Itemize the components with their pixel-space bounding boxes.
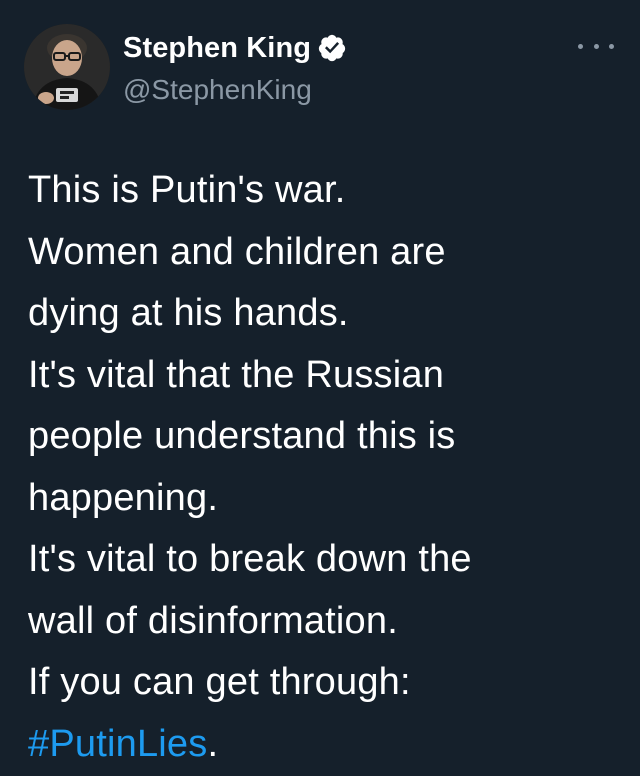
- more-options-icon[interactable]: [578, 34, 614, 58]
- avatar[interactable]: [24, 24, 110, 110]
- tweet-card: Stephen King @StephenKing This is Putin'…: [0, 0, 640, 776]
- user-handle[interactable]: @StephenKing: [123, 74, 312, 106]
- tweet-line: people understand this is: [28, 415, 456, 457]
- tweet-line: happening.: [28, 476, 219, 519]
- hashtag-link[interactable]: #PutinLies: [28, 723, 207, 765]
- tweet-header: Stephen King @StephenKing: [0, 0, 640, 130]
- tweet-line: If you can get through:: [28, 661, 411, 703]
- hashtag-suffix: .: [207, 722, 219, 765]
- more-dot: [578, 43, 583, 49]
- tweet-line-last: #PutinLies.: [28, 714, 628, 776]
- display-name[interactable]: Stephen King: [123, 32, 311, 65]
- name-row: Stephen King: [123, 27, 347, 69]
- tweet-line: It's vital that the Russian: [28, 353, 445, 396]
- tweet-line: This is Putin's war.: [28, 169, 346, 211]
- more-dot: [609, 43, 614, 49]
- verified-badge-icon: [317, 33, 347, 63]
- tweet-text: This is Putin's war. Women and children …: [28, 160, 628, 775]
- avatar-image: [24, 24, 110, 110]
- tweet-line: dying at his hands.: [28, 292, 349, 334]
- more-dot: [593, 43, 599, 49]
- tweet-line: Women and children are: [28, 230, 446, 273]
- tweet-line: It's vital to break down the: [28, 538, 472, 580]
- tweet-line: wall of disinformation.: [28, 599, 398, 642]
